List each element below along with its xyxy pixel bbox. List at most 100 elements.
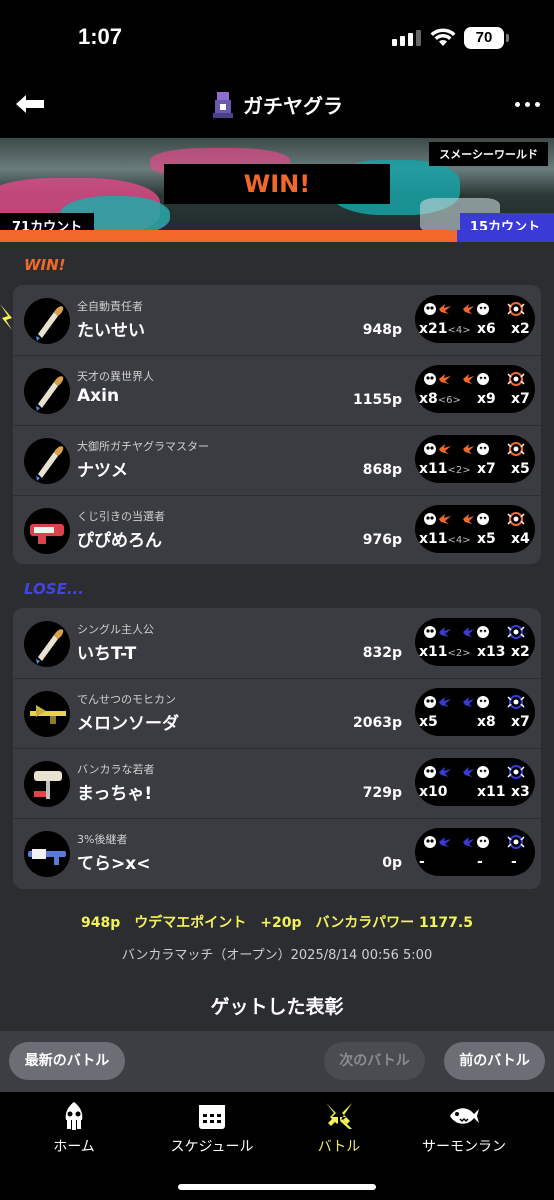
player-row[interactable]: バンカラな若者 まっちゃ! 729p x10 x11 x3 <box>13 748 541 819</box>
battle-navigation: 最新のバトル 次のバトル 前のバトル <box>0 1031 554 1092</box>
previous-battle-button[interactable]: 前のバトル <box>444 1042 545 1080</box>
calendar-icon <box>199 1105 225 1129</box>
count-bar <box>0 230 554 242</box>
assist-count: <6> <box>437 395 461 406</box>
tab-label: サーモンラン <box>422 1139 506 1155</box>
kill-count: x11<4> <box>419 531 471 547</box>
special-icon <box>503 441 529 457</box>
kill-count: x11<2> <box>419 644 471 660</box>
death-icon <box>461 301 491 317</box>
tower-control-icon <box>213 91 233 118</box>
death-icon <box>461 441 491 457</box>
assist-count: <2> <box>447 648 471 659</box>
lose-team-card: シングル主人公 いちT-T 832p x11<2> x13 x2 でんせつのモヒカン メロンソ… <box>13 608 541 889</box>
player-name: メロンソーダ <box>77 714 179 734</box>
death-icon <box>461 834 491 850</box>
player-byname: 全自動責任者 <box>77 300 143 313</box>
special-icon <box>503 371 529 387</box>
death-count: x8 <box>477 714 496 730</box>
special-count: x5 <box>511 461 530 477</box>
special-count: x2 <box>511 644 530 660</box>
kill-value: x10 <box>419 784 448 800</box>
player-row[interactable]: 天才の異世界人 Axin 1155p x8<6> x9 x7 <box>13 355 541 426</box>
death-count: x6 <box>477 321 496 337</box>
battle-detail: WIN! 全自動責任者 たいせい 948p x21<4> x6 x2 天才の異世界人 Axin… <box>0 242 554 1031</box>
player-name: Axin <box>77 386 120 406</box>
player-row[interactable]: でんせつのモヒカン メロンソーダ 2063p x5 x8 x7 <box>13 678 541 749</box>
tab-schedule[interactable]: スケジュール <box>143 1100 281 1156</box>
death-icon <box>461 371 491 387</box>
kill-count: - <box>419 854 425 870</box>
player-row[interactable]: 全自動責任者 たいせい 948p x21<4> x6 x2 <box>13 285 541 356</box>
player-name: まっちゃ! <box>77 784 153 804</box>
shooter-icon <box>24 831 70 877</box>
kill-count: x10 <box>419 784 448 800</box>
player-row[interactable]: 3%後継者 てら>x< 0p - - - <box>13 818 541 889</box>
kill-icon <box>423 511 453 527</box>
kill-icon <box>423 764 453 780</box>
player-name: てら>x< <box>77 854 151 874</box>
player-points: 1155p <box>353 392 402 408</box>
kill-icon <box>423 624 453 640</box>
player-stats: x11<2> x13 x2 <box>415 618 535 666</box>
status-bar: 1:07 70 <box>0 0 554 76</box>
rank-summary: 948p ウデマエポイント +20p バンカラパワー 1177.5 <box>81 915 473 931</box>
brush-icon <box>24 621 70 667</box>
win-section-label: WIN! <box>24 256 66 274</box>
tab-battle[interactable]: バトル <box>270 1100 408 1156</box>
top-nav: ガチヤグラ <box>0 76 554 138</box>
assist-count: <2> <box>447 465 471 476</box>
kill-count: x5 <box>419 714 438 730</box>
player-name: たいせい <box>77 321 145 341</box>
kill-icon <box>423 301 453 317</box>
win-team-card: 全自動責任者 たいせい 948p x21<4> x6 x2 天才の異世界人 Axin 1155p… <box>13 285 541 564</box>
special-icon <box>503 834 529 850</box>
death-icon <box>461 624 491 640</box>
tab-label: バトル <box>317 1139 361 1155</box>
kill-count: x21<4> <box>419 321 471 337</box>
player-stats: x11<4> x5 x4 <box>415 505 535 553</box>
player-stats: x5 x8 x7 <box>415 688 535 736</box>
tab-salmon-run[interactable]: サーモンラン <box>395 1100 533 1156</box>
battery-icon: 70 <box>464 27 509 49</box>
kill-count: x11<2> <box>419 461 471 477</box>
special-icon <box>503 694 529 710</box>
death-count: - <box>477 854 483 870</box>
player-points: 729p <box>362 785 402 801</box>
kill-value: - <box>419 854 425 870</box>
player-row[interactable]: シングル主人公 いちT-T 832p x11<2> x13 x2 <box>13 608 541 679</box>
squid-icon <box>65 1102 83 1130</box>
death-count: x11 <box>477 784 506 800</box>
next-battle-button[interactable]: 次のバトル <box>324 1042 425 1080</box>
player-byname: バンカラな若者 <box>77 763 155 776</box>
stage-name: スメーシーワールド <box>429 142 548 166</box>
player-byname: 天才の異世界人 <box>77 370 154 383</box>
assist-count: <4> <box>447 535 471 546</box>
player-row[interactable]: 大御所ガチヤグラマスター ナツメ 868p x11<2> x7 x5 <box>13 425 541 496</box>
player-byname: くじ引きの当選者 <box>77 510 165 523</box>
player-points: 0p <box>382 855 402 871</box>
awards-title: ゲットした表彰 <box>210 996 344 1018</box>
result-badge: WIN! <box>164 164 390 204</box>
kill-value: x11 <box>419 531 448 547</box>
special-icon <box>503 764 529 780</box>
player-stats: x10 x11 x3 <box>415 758 535 806</box>
death-count: x13 <box>477 644 506 660</box>
kill-value: x21 <box>419 321 448 337</box>
tab-home[interactable]: ホーム <box>5 1100 143 1156</box>
home-indicator <box>178 1184 376 1190</box>
player-byname: でんせつのモヒカン <box>77 693 176 706</box>
assist-count: <4> <box>447 325 471 336</box>
latest-battle-button[interactable]: 最新のバトル <box>9 1042 125 1080</box>
charger-icon <box>24 691 70 737</box>
tab-label: スケジュール <box>170 1139 254 1155</box>
player-points: 976p <box>362 532 402 548</box>
kill-icon <box>423 694 453 710</box>
brush-icon <box>24 438 70 484</box>
player-row[interactable]: くじ引きの当選者 ぴぴめろん 976p x11<4> x5 x4 <box>13 495 541 566</box>
player-points: 948p <box>362 322 402 338</box>
more-options-icon[interactable] <box>515 102 540 107</box>
battle-icon <box>326 1103 352 1129</box>
salmon-icon <box>450 1108 479 1124</box>
player-points: 832p <box>362 645 402 661</box>
